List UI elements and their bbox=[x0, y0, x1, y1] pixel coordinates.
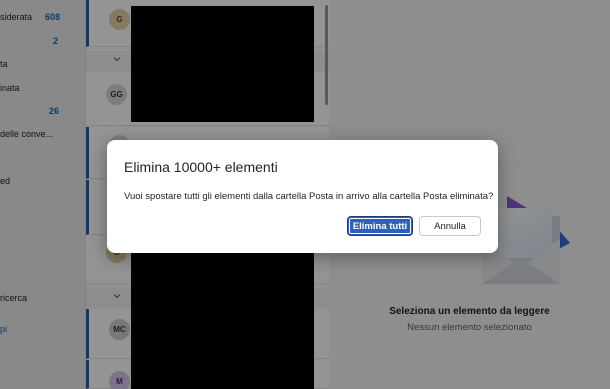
cancel-button[interactable]: Annulla bbox=[419, 216, 481, 236]
delete-all-button[interactable]: Elimina tutti bbox=[347, 216, 413, 236]
dialog-title: Elimina 10000+ elementi bbox=[124, 159, 278, 175]
confirm-delete-dialog: Elimina 10000+ elementi Vuoi spostare tu… bbox=[107, 140, 498, 253]
dialog-message: Vuoi spostare tutti gli elementi dalla c… bbox=[124, 191, 494, 202]
